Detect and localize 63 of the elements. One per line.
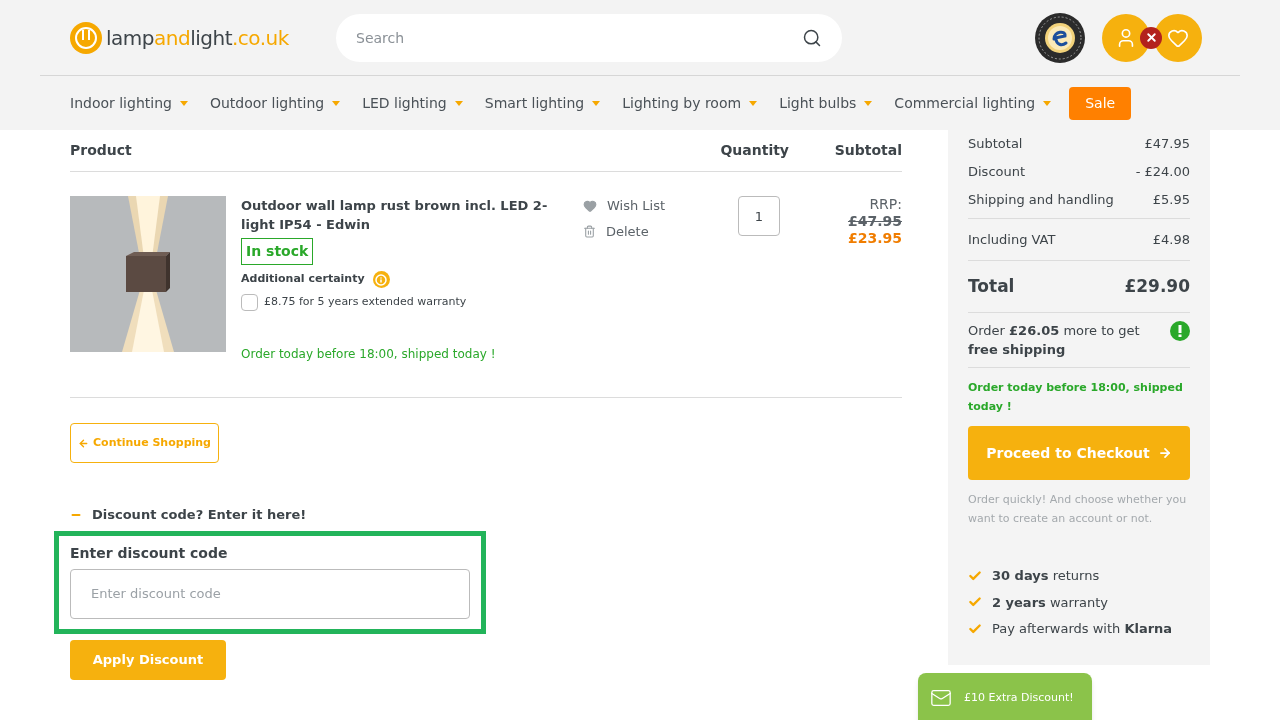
column-header: Subtotal bbox=[833, 141, 902, 160]
caret-icon bbox=[179, 100, 188, 106]
discount-toggle[interactable]: Discount code? Enter it here! bbox=[70, 505, 307, 525]
stock-status: In stock bbox=[241, 238, 314, 265]
usp-text: 30 days returns bbox=[992, 567, 1100, 585]
power-logo-icon bbox=[70, 21, 102, 54]
search-icon[interactable] bbox=[802, 27, 822, 48]
nav-menu-item[interactable]: Light bulbs bbox=[779, 92, 873, 114]
logo[interactable]: lampandlight.co.uk bbox=[70, 21, 336, 54]
check-icon bbox=[968, 568, 982, 583]
nav-menu-item[interactable]: Smart lighting bbox=[484, 92, 601, 114]
caret-icon bbox=[332, 100, 341, 106]
discount-code-field[interactable]: Enter discount code bbox=[70, 568, 470, 619]
nav-menu-item[interactable]: LED lighting bbox=[362, 92, 463, 114]
nav-menu-item[interactable]: Outdoor lighting bbox=[209, 92, 341, 114]
caret-icon bbox=[864, 100, 873, 106]
summary-label: Discount bbox=[968, 163, 1026, 182]
delivery-note: Order today before 18:00, shipped today ! bbox=[241, 346, 496, 363]
summary-label: Including VAT bbox=[968, 230, 1056, 249]
column-header: Product bbox=[70, 141, 133, 160]
discount-code-label: Enter discount code bbox=[70, 543, 229, 563]
summary-value: £47.95 bbox=[1144, 135, 1190, 154]
usp-text: Pay afterwards with Klarna bbox=[992, 620, 1173, 638]
heart-icon bbox=[583, 198, 597, 213]
nav-menu-item[interactable]: Commercial lighting bbox=[894, 92, 1052, 114]
logo-text: lampandlight.co.uk bbox=[106, 24, 289, 52]
search-field[interactable]: Search bbox=[336, 13, 842, 62]
sale-price: £23.95 bbox=[847, 230, 902, 247]
free-shipping-note: Order £26.05 more to get free shipping bbox=[968, 322, 1141, 359]
rrp-price: £47.95 bbox=[847, 213, 902, 230]
trash-icon bbox=[583, 224, 596, 238]
delete-link[interactable]: Delete bbox=[583, 221, 693, 241]
caret-icon bbox=[749, 100, 758, 106]
caret-icon bbox=[454, 100, 463, 106]
quantity-field[interactable]: 1 bbox=[738, 196, 780, 236]
wish-list-link[interactable]: Wish List bbox=[583, 196, 693, 216]
total-label: Total bbox=[968, 274, 1015, 298]
warranty-checkbox[interactable] bbox=[241, 294, 258, 311]
summary-value: £4.98 bbox=[1152, 230, 1190, 249]
nav-menu-item[interactable]: Lighting by room bbox=[622, 92, 758, 114]
trust-badge-icon[interactable] bbox=[1034, 11, 1086, 64]
summary-value: - £24.00 bbox=[1135, 163, 1190, 182]
caret-icon bbox=[592, 100, 601, 106]
nav-menu-item[interactable]: Indoor lighting bbox=[70, 92, 188, 114]
usp-text: 2 years warranty bbox=[992, 593, 1108, 612]
warranty-label: £8.75 for 5 years extended warranty bbox=[264, 294, 467, 311]
arrow-right-icon bbox=[1157, 446, 1172, 460]
additional-certainty-label: Additional certainty bbox=[241, 271, 365, 288]
product-title[interactable]: Outdoor wall lamp rust brown incl. LED 2-light IP54 - Edwin bbox=[241, 196, 551, 234]
summary-label: Shipping and handling bbox=[968, 191, 1114, 210]
rrp-label: RRP: bbox=[869, 196, 902, 213]
envelope-icon bbox=[930, 687, 952, 709]
summary-value: £5.95 bbox=[1152, 191, 1190, 210]
arrow-left-icon bbox=[78, 437, 89, 449]
wishlist-button[interactable] bbox=[1154, 13, 1202, 62]
alert-icon bbox=[1170, 321, 1190, 341]
caret-icon bbox=[1043, 100, 1052, 106]
check-icon bbox=[968, 621, 982, 636]
delivery-note: Order today before 18:00, shipped today ! bbox=[968, 380, 1184, 415]
summary-label: Subtotal bbox=[968, 135, 1023, 154]
checkout-note: Order quickly! And choose whether you want to create an account or not. bbox=[968, 492, 1188, 527]
total-value: £29.90 bbox=[1124, 274, 1190, 298]
column-header: Quantity bbox=[719, 141, 789, 160]
